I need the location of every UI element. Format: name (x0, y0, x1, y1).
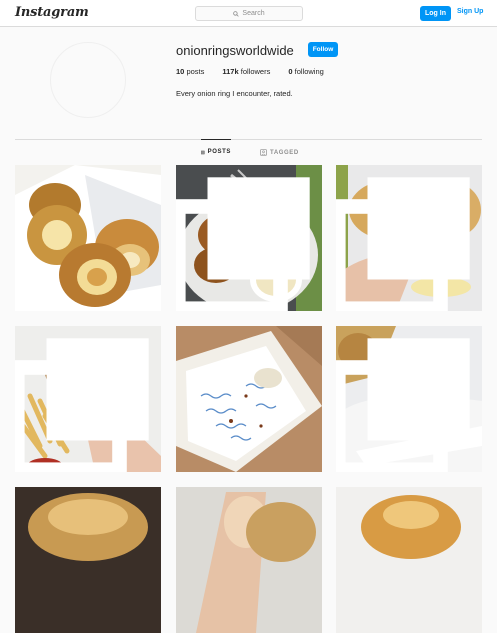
multiple-photos-icon (336, 338, 470, 472)
posts-stat: 10 posts (176, 67, 204, 76)
post-tile[interactable] (176, 487, 322, 633)
multiple-photos-icon (15, 338, 149, 472)
post-tile[interactable] (15, 487, 161, 633)
followers-label: followers (240, 67, 271, 76)
search-input[interactable]: Search (195, 6, 303, 21)
following-count: 0 (288, 67, 293, 76)
posts-label: posts (186, 67, 205, 76)
profile-username: onionringsworldwide (176, 43, 294, 58)
search-placeholder: Search (242, 10, 265, 17)
profile-stats: 10 posts 117k followers 0 following (176, 67, 342, 76)
multiple-photos-icon (336, 177, 470, 311)
post-photo (176, 487, 322, 633)
grid-icon (201, 150, 205, 154)
profile-bio: Every onion ring I encounter, rated. (176, 89, 293, 98)
post-photo (15, 487, 161, 633)
post-tile[interactable] (176, 326, 322, 472)
following-stat[interactable]: 0 following (288, 67, 323, 76)
signup-link[interactable]: Sign Up (457, 8, 483, 15)
login-button[interactable]: Log In (420, 6, 451, 21)
tab-tagged[interactable]: TAGGED (260, 140, 299, 165)
post-tile[interactable] (336, 326, 482, 472)
tab-posts-label: POSTS (207, 149, 231, 155)
post-photo (15, 165, 161, 311)
search-icon (233, 10, 240, 17)
tab-tagged-label: TAGGED (270, 149, 299, 156)
post-tile[interactable] (15, 326, 161, 472)
post-tile[interactable] (336, 487, 482, 633)
multiple-photos-icon (176, 177, 310, 311)
posts-count: 10 (176, 67, 185, 76)
following-label: following (294, 67, 324, 76)
followers-count: 117k (222, 67, 239, 76)
section-divider (15, 139, 482, 140)
post-tile[interactable] (336, 165, 482, 311)
post-photo (176, 326, 322, 472)
post-photo (336, 487, 482, 633)
top-nav-bar: Instagram Search Log In Sign Up (0, 0, 497, 27)
instagram-logo[interactable]: Instagram (15, 5, 89, 20)
tagged-icon (260, 149, 267, 156)
tab-posts[interactable]: POSTS (201, 139, 231, 164)
post-tile[interactable] (15, 165, 161, 311)
post-tile[interactable] (176, 165, 322, 311)
followers-stat[interactable]: 117k followers (222, 67, 270, 76)
profile-avatar[interactable] (50, 42, 126, 118)
follow-button[interactable]: Follow (308, 42, 338, 57)
